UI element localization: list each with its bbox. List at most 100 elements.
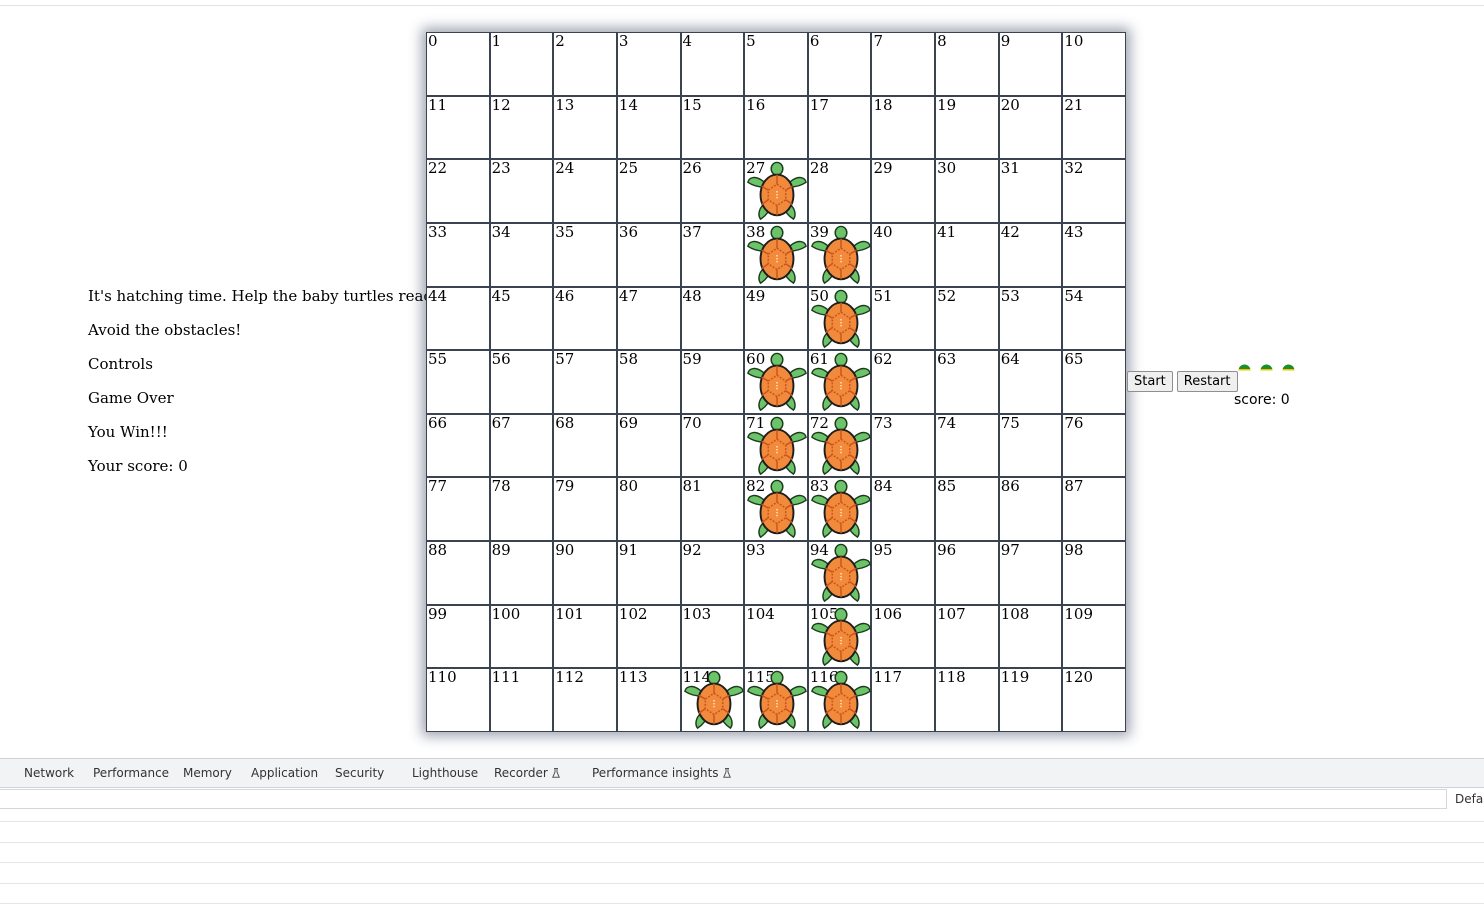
cell-number: 10 xyxy=(1064,32,1084,50)
grid-cell: 58 xyxy=(616,350,681,414)
grid-cell: 75 xyxy=(998,413,1063,478)
grid-cell: 110 xyxy=(426,668,490,732)
grid-cell: 101 xyxy=(553,604,617,669)
grid-cell: 1 xyxy=(489,32,554,96)
turtle-icon xyxy=(810,352,872,414)
grid-cell: 95 xyxy=(871,541,936,605)
grid-cell: 109 xyxy=(1062,604,1126,669)
cell-number: 40 xyxy=(873,222,893,241)
cell-number: 97 xyxy=(1000,541,1020,560)
cell-number: 89 xyxy=(491,541,511,560)
cell-number: 47 xyxy=(618,286,638,305)
cell-number: 19 xyxy=(937,95,957,114)
grid-cell: 37 xyxy=(680,222,745,287)
cell-number: 46 xyxy=(555,286,575,305)
tab-performance[interactable]: Performance xyxy=(93,766,169,780)
grid-cell: 12 xyxy=(489,95,554,160)
grid-cell: 71 xyxy=(744,413,808,478)
cell-number: 2 xyxy=(555,32,565,50)
cell-number: 76 xyxy=(1064,413,1084,432)
restart-button[interactable]: Restart xyxy=(1176,371,1238,392)
cell-number: 108 xyxy=(1000,604,1030,623)
grid-cell: 50 xyxy=(807,286,872,351)
cell-number: 31 xyxy=(1000,159,1020,178)
grid-cell: 15 xyxy=(680,95,745,160)
cell-number: 62 xyxy=(873,350,893,369)
grid-cell: 93 xyxy=(744,541,808,605)
grid-cell: 73 xyxy=(871,413,936,478)
cell-number: 49 xyxy=(746,286,766,305)
turtle-icon xyxy=(746,416,808,478)
devtools-filter-input[interactable] xyxy=(0,789,1447,809)
grid-cell: 28 xyxy=(807,159,872,223)
grid-cell: 42 xyxy=(998,222,1063,287)
grid-cell: 51 xyxy=(871,286,936,351)
grid-cell: 57 xyxy=(553,350,617,414)
grid-cell: 61 xyxy=(807,350,872,414)
tab-memory[interactable]: Memory xyxy=(183,766,232,780)
tab-lighthouse[interactable]: Lighthouse xyxy=(412,766,478,780)
grid-cell: 78 xyxy=(489,477,554,542)
grid-cell: 59 xyxy=(680,350,745,414)
tab-application[interactable]: Application xyxy=(251,766,318,780)
tab-performance-insights[interactable]: Performance insights xyxy=(592,766,731,780)
cell-number: 100 xyxy=(491,604,521,623)
grid-cell: 97 xyxy=(998,541,1063,605)
turtle-icon xyxy=(810,416,872,478)
grid-cell: 8 xyxy=(935,32,999,96)
grid-cell: 65 xyxy=(1062,350,1126,414)
cell-number: 106 xyxy=(873,604,903,623)
cell-number: 104 xyxy=(746,604,775,623)
cell-number: 9 xyxy=(1000,32,1011,50)
cell-number: 0 xyxy=(428,32,438,50)
grid-cell: 36 xyxy=(616,222,681,287)
cell-number: 59 xyxy=(682,350,702,369)
grid-cell: 60 xyxy=(744,350,808,414)
grid-cell: 88 xyxy=(426,541,490,605)
cell-number: 107 xyxy=(937,604,966,623)
grid-cell: 48 xyxy=(680,286,745,351)
start-button[interactable]: Start xyxy=(1127,371,1173,392)
cell-number: 23 xyxy=(491,159,511,178)
cell-number: 4 xyxy=(682,32,693,50)
cell-number: 5 xyxy=(746,32,756,50)
cell-number: 32 xyxy=(1064,159,1084,178)
grid-cell: 81 xyxy=(680,477,745,542)
cell-number: 58 xyxy=(618,350,638,369)
cell-number: 54 xyxy=(1064,286,1084,305)
lives-indicator xyxy=(1238,363,1295,371)
tab-recorder[interactable]: Recorder xyxy=(494,766,560,780)
grid-cell: 80 xyxy=(616,477,681,542)
grid-cell: 103 xyxy=(680,604,745,669)
cell-number: 25 xyxy=(618,159,638,178)
grid-cell: 69 xyxy=(616,413,681,478)
cell-number: 78 xyxy=(491,477,511,496)
tab-performance-insights-label: Performance insights xyxy=(592,766,719,780)
tab-security[interactable]: Security xyxy=(335,766,384,780)
grid-cell: 46 xyxy=(553,286,617,351)
grid-cell: 33 xyxy=(426,222,490,287)
turtle-icon xyxy=(746,161,808,223)
game-board[interactable]: 0 1 2 3 4 5 6 7 8 9 10 11 12 13 14 15 16 17 18 19 20 21 22 23 24… xyxy=(426,32,1126,732)
turtle-icon xyxy=(746,225,808,287)
cell-number: 66 xyxy=(428,413,448,432)
tab-network[interactable]: Network xyxy=(24,766,74,780)
cell-number: 113 xyxy=(618,668,648,687)
devtools-row-divider xyxy=(0,842,1484,843)
grid-cell: 30 xyxy=(935,159,999,223)
cell-number: 110 xyxy=(428,668,457,687)
cell-number: 99 xyxy=(428,604,448,623)
devtools-row-divider xyxy=(0,903,1484,904)
grid-cell: 27 xyxy=(744,159,808,223)
cell-number: 109 xyxy=(1064,604,1093,623)
cell-number: 67 xyxy=(491,413,511,432)
grid-cell: 107 xyxy=(935,604,999,669)
cell-number: 51 xyxy=(873,286,893,305)
devtools-default-levels[interactable]: Defau xyxy=(1455,792,1484,806)
grid-cell: 25 xyxy=(616,159,681,223)
grid-cell: 106 xyxy=(871,604,936,669)
cell-number: 70 xyxy=(682,413,702,432)
grid-cell: 104 xyxy=(744,604,808,669)
life-turtle-icon xyxy=(1238,364,1251,371)
grid-cell: 10 xyxy=(1062,32,1126,96)
